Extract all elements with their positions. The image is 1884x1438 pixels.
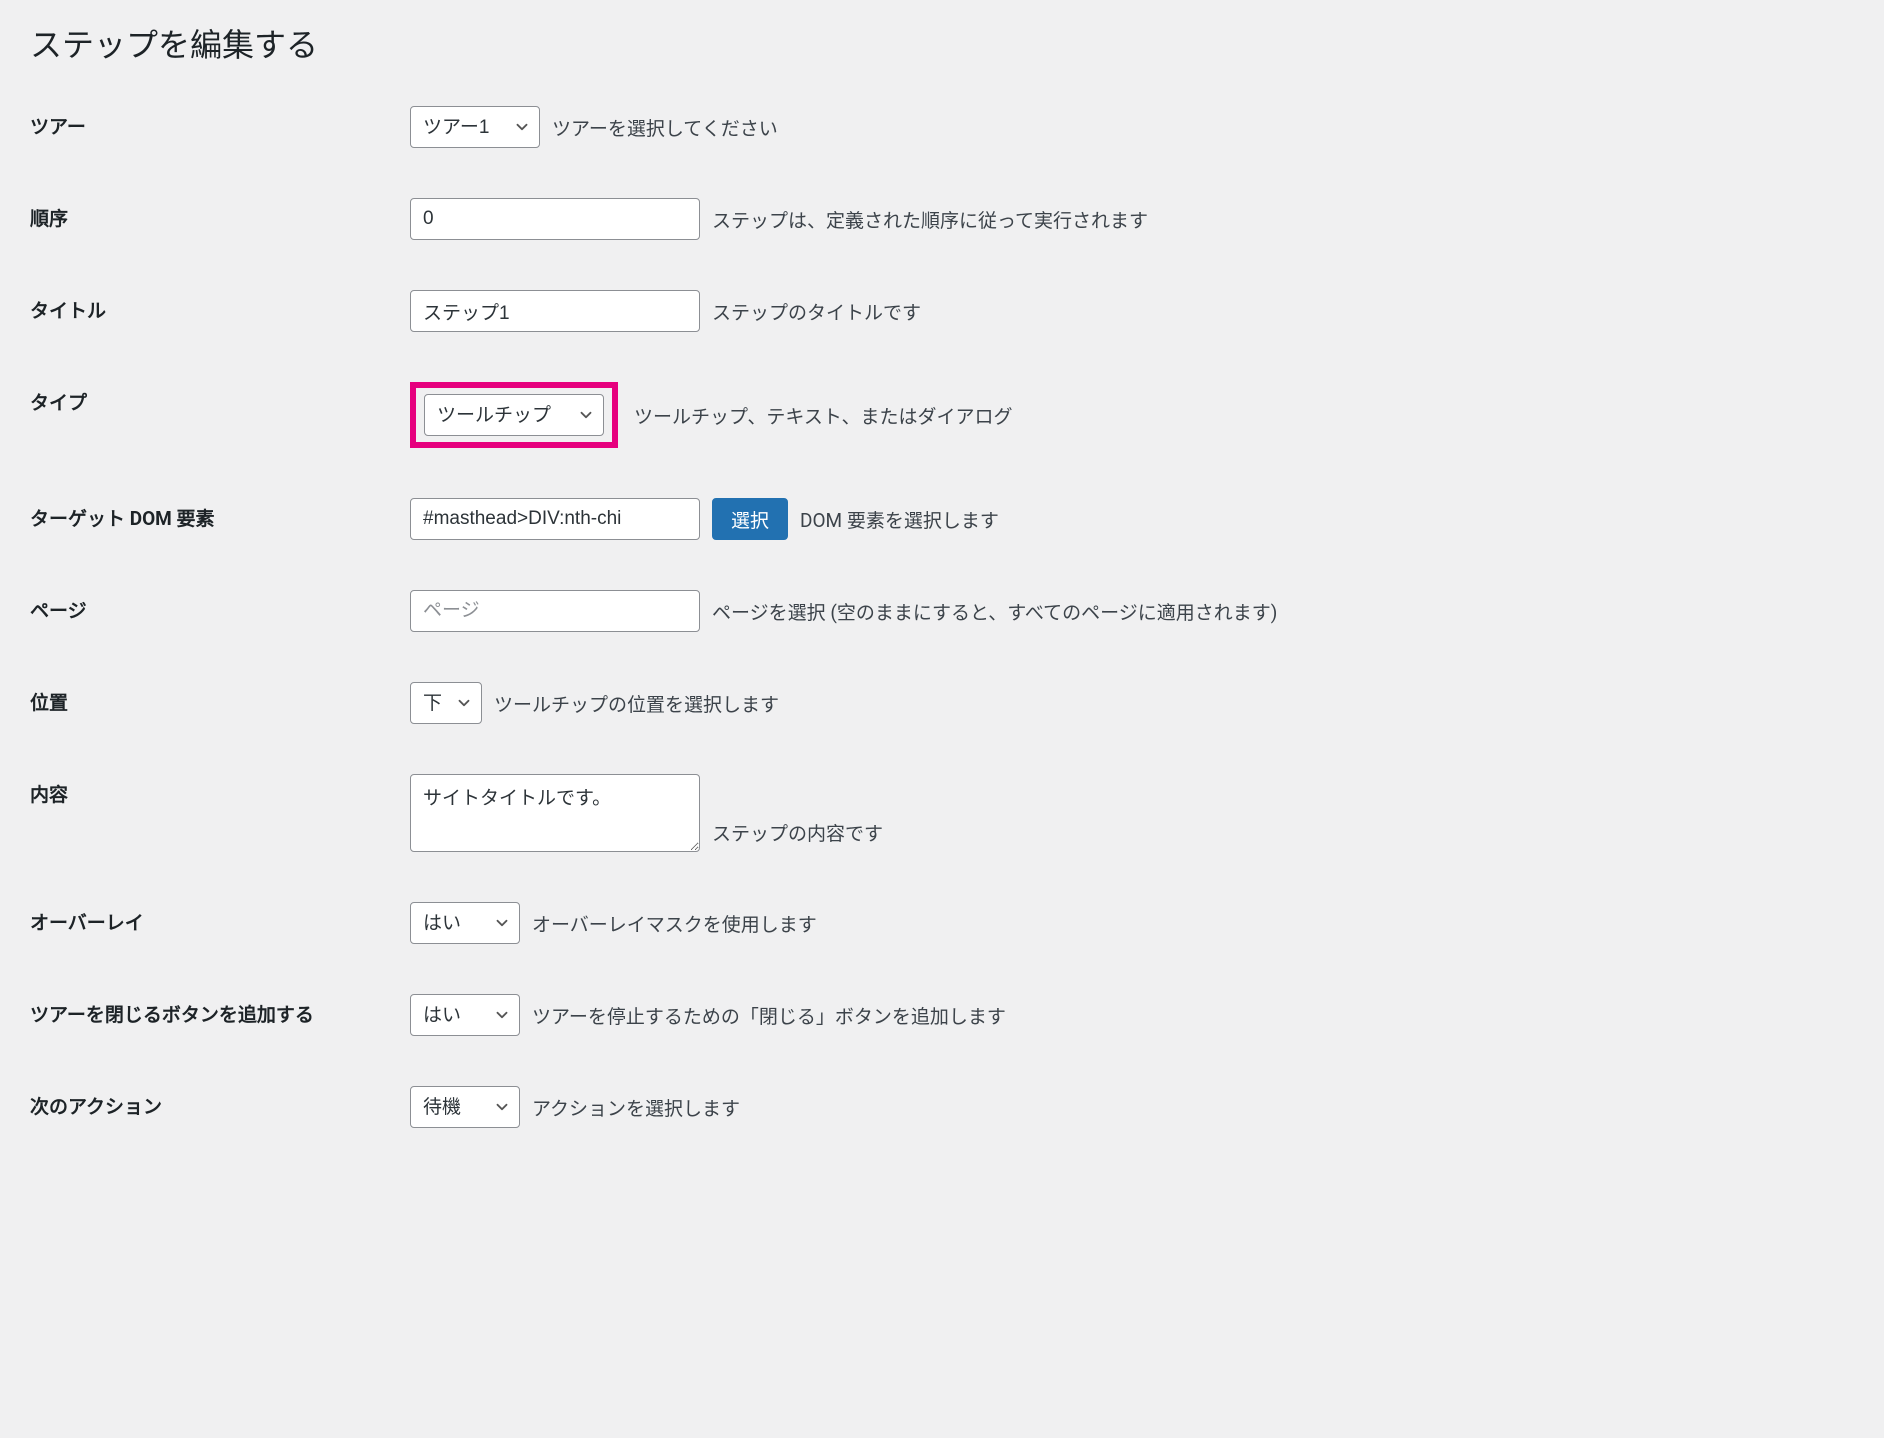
order-help: ステップは、定義された順序に従って実行されます	[712, 206, 1148, 233]
close-button-label: ツアーを閉じるボタンを追加する	[30, 994, 410, 1027]
field-row-target: ターゲット DOM 要素 選択 DOM 要素を選択します	[30, 498, 1854, 540]
title-input[interactable]	[410, 290, 700, 332]
content-help: ステップの内容です	[712, 819, 883, 846]
tour-select[interactable]: ツアー1	[410, 106, 540, 148]
order-input[interactable]	[410, 198, 700, 240]
field-row-position: 位置 下 ツールチップの位置を選択します	[30, 682, 1854, 724]
field-row-title: タイトル ステップのタイトルです	[30, 290, 1854, 332]
target-input[interactable]	[410, 498, 700, 540]
field-row-close-button: ツアーを閉じるボタンを追加する はい ツアーを停止するための「閉じる」ボタンを追…	[30, 994, 1854, 1036]
page-title: ステップを編集する	[30, 20, 1854, 66]
type-label: タイプ	[30, 382, 410, 415]
tour-help: ツアーを選択してください	[552, 114, 778, 141]
overlay-select[interactable]: はい	[410, 902, 520, 944]
overlay-help: オーバーレイマスクを使用します	[532, 910, 817, 937]
field-row-next-action: 次のアクション 待機 アクションを選択します	[30, 1086, 1854, 1128]
field-row-page: ページ ページを選択 (空のままにすると、すべてのページに適用されます)	[30, 590, 1854, 632]
field-row-order: 順序 ステップは、定義された順序に従って実行されます	[30, 198, 1854, 240]
type-select[interactable]: ツールチップ	[424, 394, 604, 436]
target-select-button[interactable]: 選択	[712, 498, 788, 540]
next-action-select[interactable]: 待機	[410, 1086, 520, 1128]
page-input[interactable]	[410, 590, 700, 632]
type-help: ツールチップ、テキスト、またはダイアログ	[614, 402, 1012, 429]
target-label: ターゲット DOM 要素	[30, 498, 410, 531]
close-button-select[interactable]: はい	[410, 994, 520, 1036]
title-label: タイトル	[30, 290, 410, 323]
position-label: 位置	[30, 682, 410, 715]
field-row-overlay: オーバーレイ はい オーバーレイマスクを使用します	[30, 902, 1854, 944]
field-row-tour: ツアー ツアー1 ツアーを選択してください	[30, 106, 1854, 148]
target-help: DOM 要素を選択します	[800, 506, 999, 533]
overlay-label: オーバーレイ	[30, 902, 410, 935]
page-help: ページを選択 (空のままにすると、すべてのページに適用されます)	[712, 598, 1277, 625]
content-label: 内容	[30, 774, 410, 807]
content-textarea[interactable]: サイトタイトルです。	[410, 774, 700, 852]
next-action-label: 次のアクション	[30, 1086, 410, 1119]
page-label: ページ	[30, 590, 410, 623]
title-help: ステップのタイトルです	[712, 298, 921, 325]
type-highlight-box: ツールチップ	[410, 382, 618, 448]
field-row-content: 内容 サイトタイトルです。 ステップの内容です	[30, 774, 1854, 852]
field-row-type: タイプ ツールチップ ツールチップ、テキスト、またはダイアログ	[30, 382, 1854, 448]
tour-label: ツアー	[30, 106, 410, 139]
close-button-help: ツアーを停止するための「閉じる」ボタンを追加します	[532, 1002, 1006, 1029]
next-action-help: アクションを選択します	[532, 1094, 740, 1121]
position-help: ツールチップの位置を選択します	[494, 690, 779, 717]
position-select[interactable]: 下	[410, 682, 482, 724]
order-label: 順序	[30, 198, 410, 231]
